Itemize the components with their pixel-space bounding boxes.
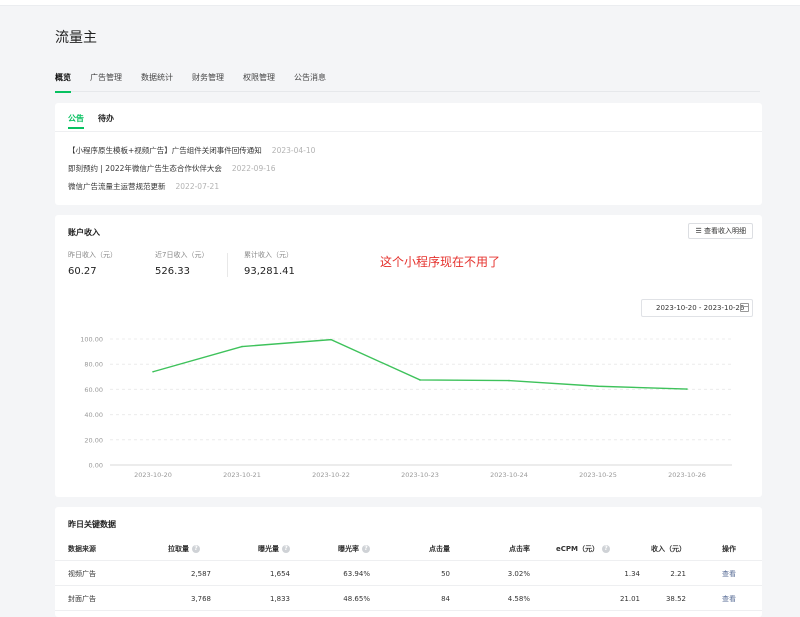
income-series-line <box>152 338 688 390</box>
x-tick-label: 2023-10-20 <box>134 471 172 479</box>
y-tick-label: 0.00 <box>89 462 103 470</box>
x-tick-label: 2023-10-21 <box>223 471 261 479</box>
announcement-item[interactable]: 微信广告流量主运营规范更新 2022-07-21 <box>68 181 219 192</box>
data-point <box>508 379 510 382</box>
subtab-todo[interactable]: 待办 <box>98 113 114 129</box>
col-impression-rate: 曝光率? <box>338 537 370 561</box>
col-ecpm-label: eCPM（元） <box>556 545 599 553</box>
announcement-date: 2023-04-10 <box>271 146 316 155</box>
tab-announcements[interactable]: 公告消息 <box>294 70 326 92</box>
view-link[interactable]: 查看 <box>722 562 736 586</box>
view-link[interactable]: 查看 <box>722 587 736 611</box>
cell-clicks: 84 <box>441 595 450 603</box>
cell-impressions: 1,833 <box>269 595 290 603</box>
announcement-text[interactable]: 微信广告流量主运营规范更新 <box>68 182 166 191</box>
help-icon[interactable]: ? <box>282 545 290 553</box>
top-bar <box>0 0 800 6</box>
x-tick-label: 2023-10-24 <box>490 471 528 479</box>
tab-data-stats[interactable]: 数据统计 <box>141 70 173 92</box>
data-point <box>686 388 688 390</box>
announcement-item[interactable]: 即刻预约 | 2022年微信广告生态合作伙伴大会 2022-09-16 <box>68 163 275 174</box>
cell-ctr: 3.02% <box>507 570 530 578</box>
data-point <box>152 370 154 373</box>
tab-ad-management[interactable]: 广告管理 <box>90 70 122 92</box>
y-tick-label: 40.00 <box>84 411 103 419</box>
announcement-card: 公告 待办 【小程序原生模板+视频广告】广告组件关闭事件回传通知 2023-04-… <box>55 103 762 205</box>
tab-permissions[interactable]: 权限管理 <box>243 70 275 92</box>
cell-revenue: 2.21 <box>670 570 686 578</box>
col-clicks: 点击量 <box>429 545 450 553</box>
table-row: 视频广告 2,587 1,654 63.94% 50 3.02% 1.34 2.… <box>55 562 762 586</box>
col-impressions-label: 曝光量 <box>258 545 279 553</box>
data-point <box>419 379 421 381</box>
announcement-date: 2022-09-16 <box>231 164 276 173</box>
data-point <box>241 345 243 348</box>
announcement-date: 2022-07-21 <box>175 182 220 191</box>
tab-finance[interactable]: 财务管理 <box>192 70 224 92</box>
x-tick-label: 2023-10-22 <box>312 471 350 479</box>
cell-requests: 2,587 <box>190 570 211 578</box>
tab-overview[interactable]: 概览 <box>55 70 71 93</box>
announcement-text[interactable]: 【小程序原生模板+视频广告】广告组件关闭事件回传通知 <box>68 146 262 155</box>
income-card: 账户收入 ☰ 查看收入明细 昨日收入（元） 60.27 近7日收入（元） 526… <box>55 215 762 497</box>
key-data-card: 昨日关键数据 数据来源 拉取量? 曝光量? 曝光率? 点击量 点击率 eCPM（… <box>55 507 762 617</box>
table-header: 数据来源 拉取量? 曝光量? 曝光率? 点击量 点击率 eCPM（元）? 收入（… <box>55 537 762 561</box>
x-tick-label: 2023-10-25 <box>579 471 617 479</box>
page-title: 流量主 <box>55 30 97 46</box>
col-source: 数据来源 <box>68 545 96 553</box>
cell-impressions: 1,654 <box>269 570 290 578</box>
cell-clicks: 50 <box>441 570 450 578</box>
cell-ctr: 4.58% <box>507 595 530 603</box>
col-requests: 拉取量? <box>168 537 200 561</box>
col-impression-rate-label: 曝光率 <box>338 545 359 553</box>
data-point <box>597 385 599 388</box>
cell-ecpm: 21.01 <box>619 595 640 603</box>
col-action: 操作 <box>722 545 736 553</box>
subtab-notices[interactable]: 公告 <box>68 113 84 129</box>
cell-source: 视频广告 <box>68 570 96 578</box>
page: 流量主 概览 广告管理 数据统计 财务管理 权限管理 公告消息 公告 待办 【小… <box>0 0 800 617</box>
key-data-title: 昨日关键数据 <box>68 520 116 529</box>
cell-revenue: 38.52 <box>665 595 686 603</box>
income-line-chart: 0.00 20.00 40.00 60.00 80.00 100.00 2023-10-20… <box>80 336 732 479</box>
help-icon[interactable]: ? <box>192 545 200 553</box>
col-ctr: 点击率 <box>509 545 530 553</box>
col-ecpm: eCPM（元）? <box>556 537 610 561</box>
y-tick-label: 80.00 <box>84 361 103 369</box>
x-tick-label: 2023-10-23 <box>401 471 439 479</box>
cell-impression-rate: 48.65% <box>343 595 370 603</box>
main-tabs: 概览 广告管理 数据统计 财务管理 权限管理 公告消息 <box>55 70 760 93</box>
col-revenue: 收入（元） <box>651 545 686 553</box>
col-requests-label: 拉取量 <box>168 545 189 553</box>
x-tick-label: 2023-10-26 <box>668 471 706 479</box>
divider <box>55 131 762 132</box>
announcement-subtabs: 公告 待办 <box>68 113 128 129</box>
announcement-item[interactable]: 【小程序原生模板+视频广告】广告组件关闭事件回传通知 2023-04-10 <box>68 145 315 156</box>
cell-impression-rate: 63.94% <box>343 570 370 578</box>
y-tick-label: 60.00 <box>84 386 103 394</box>
help-icon[interactable]: ? <box>602 545 610 553</box>
y-tick-label: 20.00 <box>84 436 103 444</box>
cell-requests: 3,768 <box>190 595 211 603</box>
col-impressions: 曝光量? <box>258 537 290 561</box>
data-point <box>330 338 332 341</box>
y-tick-label: 100.00 <box>80 336 103 344</box>
help-icon[interactable]: ? <box>362 545 370 553</box>
table-row: 封面广告 3,768 1,833 48.65% 84 4.58% 21.01 3… <box>55 587 762 611</box>
cell-ecpm: 1.34 <box>624 570 640 578</box>
cell-source: 封面广告 <box>68 595 96 603</box>
announcement-text[interactable]: 即刻预约 | 2022年微信广告生态合作伙伴大会 <box>68 164 222 173</box>
